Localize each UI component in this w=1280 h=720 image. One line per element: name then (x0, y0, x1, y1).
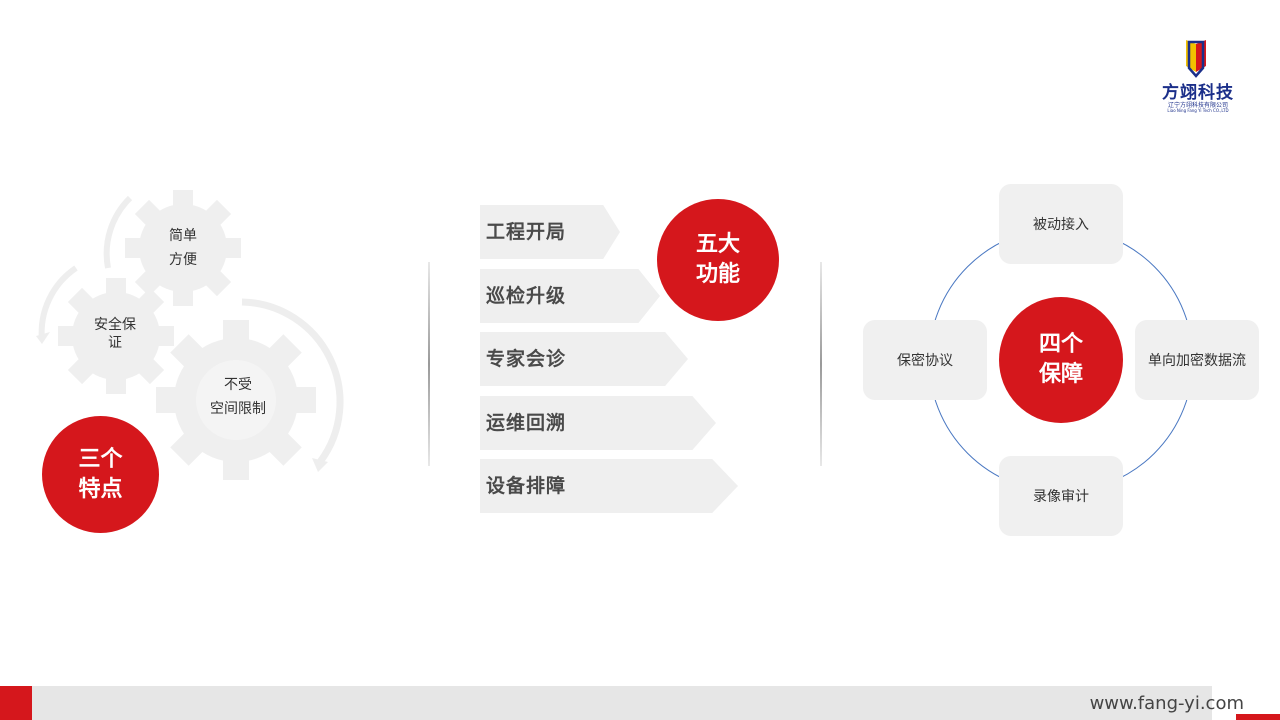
four-guarantees-badge-line2: 保障 (1038, 362, 1083, 387)
four-guarantees-badge-line1: 四个 (1038, 332, 1083, 357)
footer-accent-left (0, 686, 32, 720)
guarantee-left-label: 保密协议 (897, 353, 953, 369)
function-item-4-label: 运维回溯 (486, 412, 567, 434)
function-item-1-label: 工程开局 (486, 221, 567, 243)
guarantee-top-box: 被动接入 (999, 184, 1123, 264)
function-item-2: 巡检升级 (480, 269, 660, 323)
function-item-5: 设备排障 (480, 459, 738, 513)
function-item-2-label: 巡检升级 (486, 285, 567, 307)
gear-3-label-line1: 不受 (224, 377, 252, 393)
gear-1-label-line1: 简单 (169, 228, 197, 244)
guarantee-right-label: 单向加密数据流 (1148, 353, 1246, 369)
footer-bar (32, 686, 1212, 720)
function-item-1: 工程开局 (480, 205, 620, 259)
logo-mark-icon (1186, 40, 1206, 78)
logo-company-en: Liao Ning Fang Yi Tech CO.,LTD (1167, 108, 1229, 113)
company-logo: 方翊科技 辽宁方翊科技有限公司 Liao Ning Fang Yi Tech C… (1150, 38, 1246, 118)
five-functions-badge: 五大 功能 (657, 199, 779, 321)
gear-3-label-line2: 空间限制 (210, 401, 266, 417)
guarantee-bottom-label: 录像审计 (1033, 489, 1089, 505)
three-features-badge-line2: 特点 (78, 476, 123, 502)
gear-1-label: 简单 方便 (153, 224, 213, 272)
five-functions-badge-line1: 五大 (695, 232, 740, 257)
gear-2-label: 安全保 证 (80, 316, 150, 352)
guarantee-bottom-box: 录像审计 (999, 456, 1123, 536)
gear-1-label-line2: 方便 (169, 252, 197, 268)
four-guarantees-badge: 四个 保障 (999, 297, 1123, 423)
function-item-3: 专家会诊 (480, 332, 688, 386)
footer-website-url[interactable]: www.fang-yi.com (1090, 690, 1244, 718)
guarantee-left-box: 保密协议 (863, 320, 987, 400)
gear-2-label-line1: 安全保 (94, 317, 136, 333)
three-features-badge: 三个 特点 (42, 416, 159, 533)
five-functions-badge-line2: 功能 (695, 262, 740, 287)
guarantee-top-label: 被动接入 (1033, 217, 1089, 233)
guarantee-right-box: 单向加密数据流 (1135, 320, 1259, 400)
gear-2-label-line2: 证 (108, 335, 122, 351)
function-item-5-label: 设备排障 (486, 475, 567, 497)
divider-right (820, 262, 822, 466)
three-features-badge-line1: 三个 (78, 446, 123, 472)
divider-left (428, 262, 430, 466)
gear-3-label: 不受 空间限制 (198, 373, 278, 421)
function-item-4: 运维回溯 (480, 396, 716, 450)
function-item-3-label: 专家会诊 (486, 348, 567, 370)
